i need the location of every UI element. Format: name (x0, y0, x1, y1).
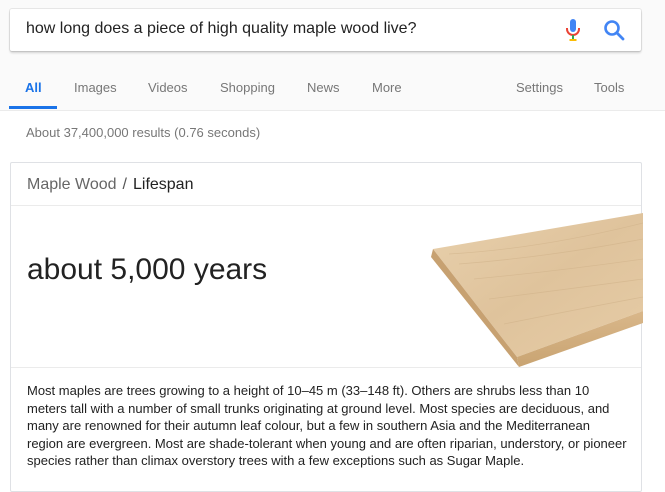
answer-value: about 5,000 years (27, 253, 268, 286)
tab-all[interactable]: All (25, 80, 42, 95)
tab-news[interactable]: News (307, 80, 340, 95)
mic-icon[interactable] (564, 18, 582, 42)
tab-tools[interactable]: Tools (594, 80, 624, 95)
divider (11, 205, 641, 206)
search-icon[interactable] (603, 19, 625, 41)
search-box[interactable]: how long does a piece of high quality ma… (10, 9, 641, 51)
tab-images[interactable]: Images (74, 80, 117, 95)
tab-settings[interactable]: Settings (516, 80, 563, 95)
search-input[interactable]: how long does a piece of high quality ma… (26, 20, 416, 38)
active-tab-indicator (9, 106, 57, 109)
result-stats: About 37,400,000 results (0.76 seconds) (26, 125, 261, 140)
tab-more[interactable]: More (372, 80, 402, 95)
answer-card: Maple Wood / Lifespan about 5,000 years (10, 162, 643, 492)
tab-shopping[interactable]: Shopping (220, 80, 275, 95)
breadcrumb: Maple Wood / Lifespan (27, 176, 193, 194)
maple-wood-plank-image[interactable] (429, 209, 643, 367)
breadcrumb-parent[interactable]: Maple Wood (27, 176, 117, 193)
description-text: Most maples are trees growing to a heigh… (27, 383, 627, 468)
divider (11, 367, 641, 368)
breadcrumb-separator: / (122, 176, 127, 193)
breadcrumb-current: Lifespan (132, 176, 194, 193)
tab-videos[interactable]: Videos (148, 80, 188, 95)
search-header: how long does a piece of high quality ma… (0, 0, 665, 111)
